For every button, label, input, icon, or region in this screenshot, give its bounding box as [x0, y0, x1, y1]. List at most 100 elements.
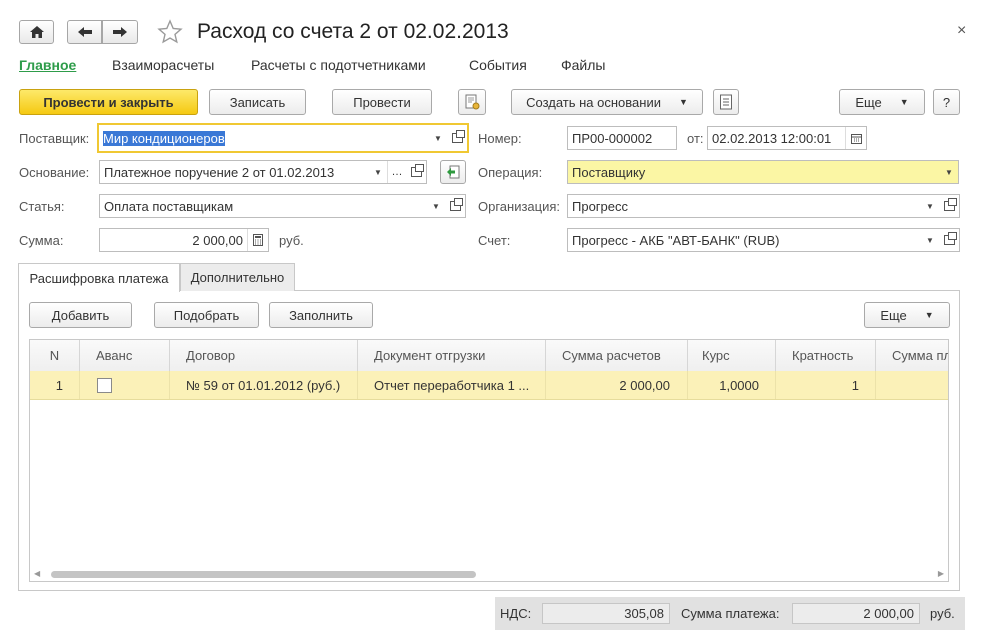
date-label: от: — [687, 131, 704, 146]
supplier-label: Поставщик: — [19, 131, 90, 146]
cell-shipment: Отчет переработчика 1 ... — [358, 371, 546, 399]
section-settlements[interactable]: Взаиморасчеты — [112, 57, 214, 73]
cell-contract: № 59 от 01.01.2012 (руб.) — [170, 371, 358, 399]
horizontal-scrollbar[interactable]: ◀ ▶ — [30, 567, 948, 581]
org-label: Организация: — [478, 199, 561, 214]
tab-additional[interactable]: Дополнительно — [180, 263, 295, 291]
open-icon[interactable] — [445, 195, 465, 217]
create-based-on-button[interactable]: Создать на основании ▼ — [511, 89, 703, 115]
fill-button[interactable]: Заполнить — [269, 302, 373, 328]
chevron-down-icon: ▼ — [899, 97, 909, 107]
cell-n: 1 — [30, 371, 80, 399]
open-icon[interactable] — [939, 229, 959, 251]
more-button[interactable]: Еще ▼ — [839, 89, 925, 115]
basis-value: Платежное поручение 2 от 01.02.2013 — [104, 164, 335, 180]
col-advance[interactable]: Аванс — [80, 340, 170, 371]
basis-label: Основание: — [19, 165, 90, 180]
col-n[interactable]: N — [30, 340, 80, 371]
ellipsis-icon[interactable]: … — [387, 161, 406, 183]
date-value: 02.02.2013 12:00:01 — [712, 130, 832, 146]
more-label: Еще — [855, 94, 882, 110]
col-shipment-doc[interactable]: Документ отгрузки — [358, 340, 546, 371]
number-field[interactable]: ПР00-000002 — [567, 126, 677, 150]
table-row[interactable]: 1 № 59 от 01.01.2012 (руб.) Отчет перера… — [30, 371, 948, 400]
section-events[interactable]: События — [469, 57, 527, 73]
open-icon[interactable] — [406, 161, 426, 183]
help-button[interactable]: ? — [933, 89, 960, 115]
number-value: ПР00-000002 — [572, 130, 653, 146]
number-label: Номер: — [478, 131, 522, 146]
totals-bar: НДС: 305,08 Сумма платежа: 2 000,00 руб. — [495, 597, 965, 630]
chevron-down-icon: ▼ — [924, 310, 934, 320]
page-title: Расход со счета 2 от 02.02.2013 — [197, 20, 509, 43]
create-based-on-label: Создать на основании — [526, 94, 661, 110]
col-rate[interactable]: Курс — [688, 340, 776, 371]
tab-payment-details[interactable]: Расшифровка платежа — [18, 263, 180, 292]
back-button[interactable] — [67, 20, 102, 44]
home-icon — [29, 26, 44, 38]
scroll-right-icon[interactable]: ▶ — [938, 569, 944, 578]
date-field[interactable]: 02.02.2013 12:00:01 — [707, 126, 867, 150]
chevron-down-icon[interactable]: ▼ — [940, 161, 958, 183]
supplier-field[interactable]: Мир кондиционеров ▼ — [97, 123, 469, 153]
chevron-down-icon[interactable]: ▼ — [369, 161, 387, 183]
col-contract[interactable]: Договор — [170, 340, 358, 371]
scroll-thumb[interactable] — [51, 571, 476, 578]
article-value: Оплата поставщикам — [104, 198, 234, 214]
cell-multiplicity: 1 — [776, 371, 876, 399]
vat-label: НДС: — [500, 606, 532, 621]
col-multiplicity[interactable]: Кратность — [776, 340, 876, 371]
save-button[interactable]: Записать — [209, 89, 306, 115]
section-files[interactable]: Файлы — [561, 57, 605, 73]
cell-settle-sum: 2 000,00 — [546, 371, 688, 399]
payment-table: N Аванс Договор Документ отгрузки Сумма … — [29, 339, 949, 582]
post-and-close-button[interactable]: Провести и закрыть — [19, 89, 198, 115]
post-button[interactable]: Провести — [332, 89, 432, 115]
section-accountable[interactable]: Расчеты с подотчетниками — [251, 57, 426, 73]
basis-field[interactable]: Платежное поручение 2 от 01.02.2013 ▼ … — [99, 160, 427, 184]
sum-label: Сумма: — [19, 233, 64, 248]
add-button[interactable]: Добавить — [29, 302, 132, 328]
close-icon[interactable]: × — [957, 22, 966, 40]
green-arrow-icon — [447, 165, 460, 179]
cell-advance[interactable] — [80, 371, 170, 399]
supplier-value: Мир кондиционеров — [103, 130, 225, 146]
basis-action-button[interactable] — [440, 160, 466, 184]
forward-button[interactable] — [102, 20, 138, 44]
operation-label: Операция: — [478, 165, 543, 180]
calculator-icon[interactable] — [247, 229, 268, 251]
arrow-left-icon — [77, 27, 92, 37]
col-settle-sum[interactable]: Сумма расчетов — [546, 340, 688, 371]
cell-rate: 1,0000 — [688, 371, 776, 399]
article-field[interactable]: Оплата поставщикам ▼ — [99, 194, 466, 218]
org-field[interactable]: Прогресс ▼ — [567, 194, 960, 218]
vat-value: 305,08 — [542, 603, 670, 624]
chevron-down-icon[interactable]: ▼ — [429, 125, 447, 151]
table-more-button[interactable]: Еще ▼ — [864, 302, 950, 328]
arrow-right-icon — [113, 27, 127, 37]
account-value: Прогресс - АКБ "АВТ-БАНК" (RUB) — [572, 232, 780, 248]
calendar-icon[interactable] — [845, 127, 866, 149]
advance-checkbox[interactable] — [97, 377, 112, 393]
report-button[interactable] — [713, 89, 739, 115]
chevron-down-icon[interactable]: ▼ — [921, 195, 939, 217]
chevron-down-icon[interactable]: ▼ — [427, 195, 445, 217]
account-field[interactable]: Прогресс - АКБ "АВТ-БАНК" (RUB) ▼ — [567, 228, 960, 252]
print-doc-button[interactable] — [458, 89, 486, 115]
section-main[interactable]: Главное — [19, 57, 76, 73]
sum-value: 2 000,00 — [192, 232, 243, 248]
favorite-button[interactable] — [157, 19, 183, 48]
open-icon[interactable] — [939, 195, 959, 217]
chevron-down-icon[interactable]: ▼ — [921, 229, 939, 251]
open-icon[interactable] — [447, 127, 467, 149]
sum-field[interactable]: 2 000,00 — [99, 228, 269, 252]
col-pay-sum[interactable]: Сумма пл — [876, 340, 948, 371]
home-button[interactable] — [19, 20, 54, 44]
operation-field[interactable]: Поставщику ▼ — [567, 160, 959, 184]
org-value: Прогресс — [572, 198, 629, 214]
table-header: N Аванс Договор Документ отгрузки Сумма … — [30, 340, 948, 372]
scroll-left-icon[interactable]: ◀ — [34, 569, 40, 578]
sum-currency: руб. — [279, 233, 304, 248]
report-icon — [720, 94, 732, 110]
pick-button[interactable]: Подобрать — [154, 302, 259, 328]
